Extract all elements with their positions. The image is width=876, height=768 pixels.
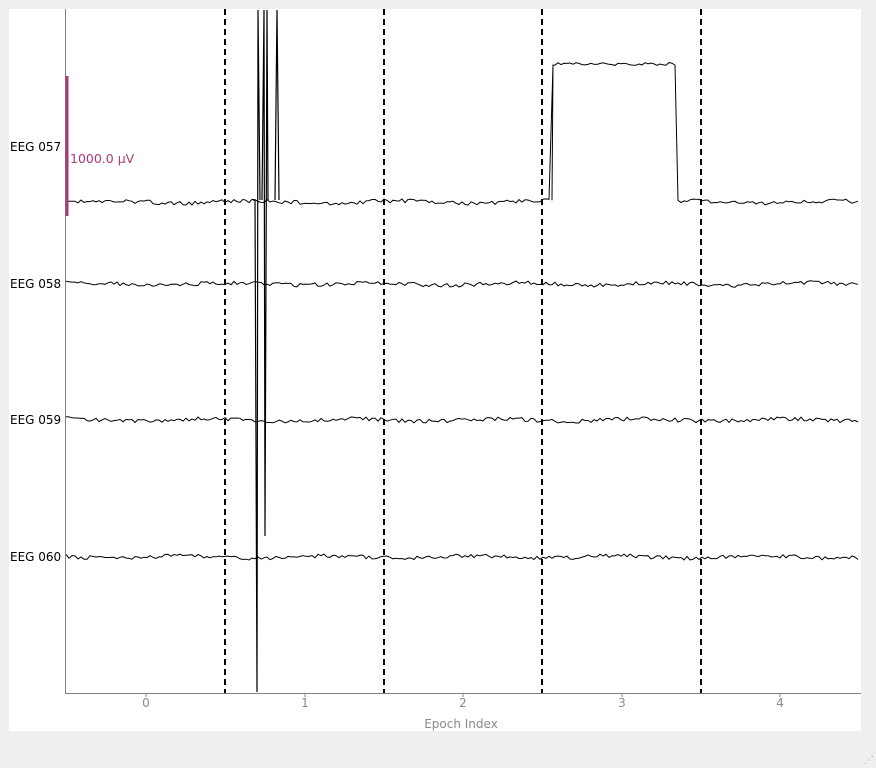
trace-eeg-058[interactable] [65,280,859,288]
artifact-spike-2 [261,9,269,537]
channel-label-4[interactable]: EEG 060 [10,550,61,564]
x-tick-label-0: 0 [142,696,150,710]
eeg-traces [65,9,859,693]
epoch-boundaries [224,9,702,693]
artifact-spike-1 [253,9,261,693]
x-tick-label-3: 3 [618,696,626,710]
trace-eeg-060[interactable] [65,553,859,561]
x-tick-label-1: 1 [301,696,309,710]
resize-grip-icon[interactable]: ⋰ [864,756,874,766]
channel-label-1[interactable]: EEG 057 [10,140,61,154]
channel-label-2[interactable]: EEG 058 [10,277,61,291]
eeg-plot[interactable] [0,0,876,768]
artifact-spike-3 [274,9,280,201]
plot-axes [65,9,861,697]
x-axis-label: Epoch Index [424,717,498,731]
trace-eeg-057[interactable] [65,62,859,206]
x-tick-label-2: 2 [459,696,467,710]
trace-eeg-059[interactable] [65,416,859,424]
scale-bar-label: 1000.0 µV [70,151,135,166]
channel-label-3[interactable]: EEG 059 [10,413,61,427]
x-tick-label-4: 4 [776,696,784,710]
